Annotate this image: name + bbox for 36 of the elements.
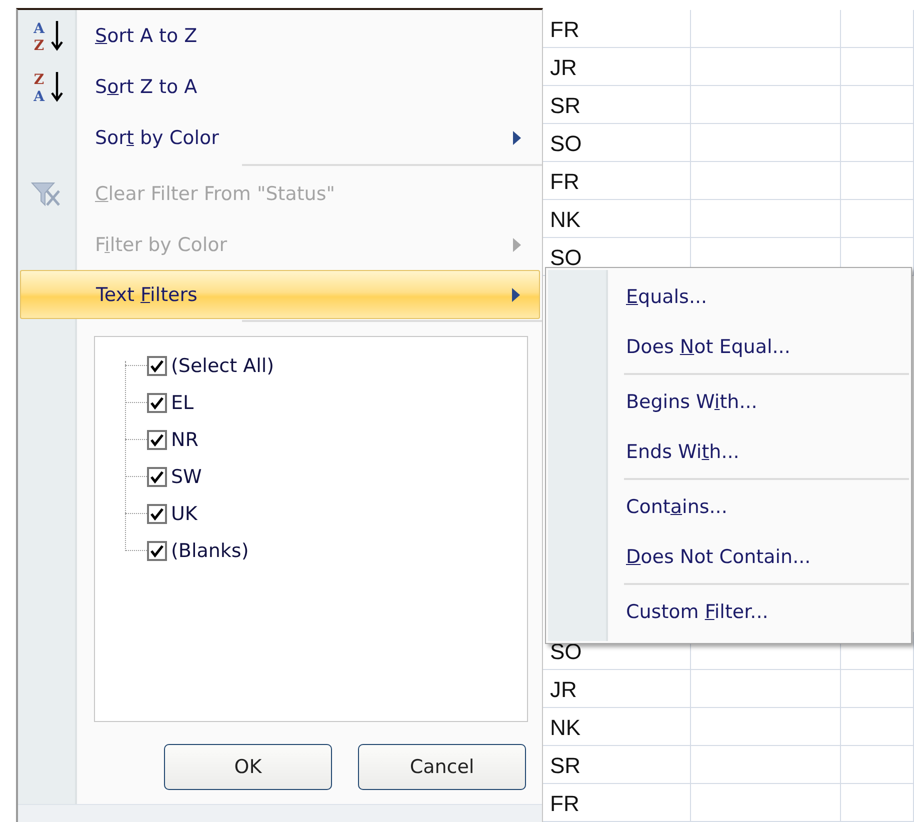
menu-item[interactable]: Ends With... bbox=[548, 427, 909, 477]
table-cell: FR bbox=[543, 162, 691, 200]
submenu-arrow-icon bbox=[512, 130, 522, 144]
menu-item[interactable]: Does Not Equal... bbox=[548, 322, 909, 372]
table-cell: SR bbox=[543, 746, 691, 784]
table-cell: FR bbox=[543, 10, 691, 48]
value-label: SW bbox=[171, 466, 202, 488]
menu-item[interactable]: Sort by Color bbox=[20, 112, 540, 163]
cancel-button[interactable]: Cancel bbox=[358, 744, 526, 790]
menu-item[interactable]: Contains... bbox=[548, 482, 909, 532]
checkbox[interactable] bbox=[147, 356, 167, 376]
menu-item[interactable]: Does Not Contain... bbox=[548, 532, 909, 582]
table-cell: JR bbox=[543, 48, 691, 86]
menu-item[interactable]: A Z Sort A to Z bbox=[20, 10, 540, 61]
value-label: (Select All) bbox=[171, 354, 274, 376]
submenu-arrow-icon bbox=[511, 288, 521, 302]
checkbox[interactable] bbox=[147, 504, 167, 524]
checkbox[interactable] bbox=[147, 540, 167, 560]
table-cell: FR bbox=[543, 784, 691, 822]
menu-item[interactable]: Begins With... bbox=[548, 377, 909, 427]
value-label: NR bbox=[171, 428, 198, 450]
table-cell: NK bbox=[543, 200, 691, 238]
value-label: EL bbox=[171, 392, 194, 414]
value-label: (Blanks) bbox=[171, 540, 249, 562]
ok-button[interactable]: OK bbox=[164, 744, 332, 790]
menu-item[interactable]: Text Filters bbox=[20, 270, 540, 319]
checkbox[interactable] bbox=[147, 392, 167, 412]
value-label: UK bbox=[171, 502, 198, 524]
table-cell: SR bbox=[543, 86, 691, 124]
table-cell: SO bbox=[543, 124, 691, 162]
checkbox[interactable] bbox=[147, 430, 167, 450]
menu-item[interactable]: Z A Sort Z to A bbox=[20, 61, 540, 112]
table-cell: NK bbox=[543, 708, 691, 746]
submenu-arrow-icon bbox=[512, 238, 522, 252]
checkbox[interactable] bbox=[147, 466, 167, 486]
table-cell: JR bbox=[543, 670, 691, 708]
